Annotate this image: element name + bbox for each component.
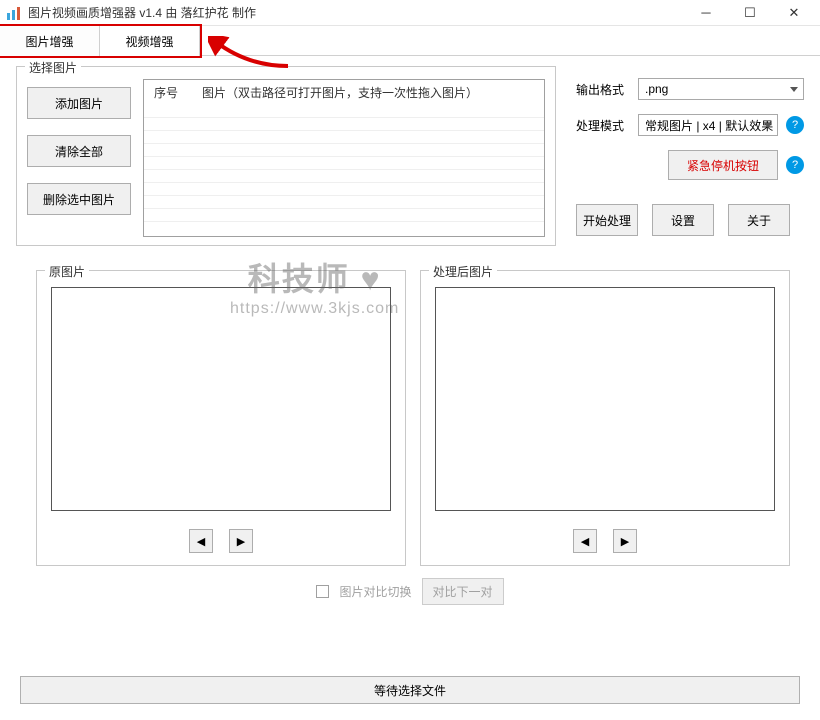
client-area: 选择图片 添加图片 清除全部 删除选中图片 序号 图片（双击路径可打开图片，支持…	[0, 56, 820, 720]
status-text: 等待选择文件	[374, 682, 446, 699]
emergency-stop-button[interactable]: 紧急停机按钮	[668, 150, 778, 180]
col-index: 序号	[154, 84, 178, 101]
compare-toggle-checkbox[interactable]	[316, 585, 329, 598]
processed-preview-group: 处理后图片 ◀ ▶	[420, 270, 790, 566]
title-bar: 图片视频画质增强器 v1.4 由 落红护花 制作 ─ ☐ ✕	[0, 0, 820, 26]
next-original-button[interactable]: ▶	[229, 529, 253, 553]
about-button[interactable]: 关于	[728, 204, 790, 236]
settings-button[interactable]: 设置	[652, 204, 714, 236]
original-preview-box	[51, 287, 391, 511]
tab-image-enhance[interactable]: 图片增强	[0, 26, 100, 56]
clear-all-button[interactable]: 清除全部	[27, 135, 131, 167]
status-bar: 等待选择文件	[20, 676, 800, 704]
col-path: 图片（双击路径可打开图片，支持一次性拖入图片）	[202, 84, 478, 101]
select-image-group: 选择图片 添加图片 清除全部 删除选中图片 序号 图片（双击路径可打开图片，支持…	[16, 66, 556, 246]
process-mode-label: 处理模式	[576, 117, 630, 134]
compare-next-button[interactable]: 对比下一对	[422, 578, 504, 605]
compare-toggle-label: 图片对比切换	[339, 583, 411, 600]
tab-row: 图片增强 视频增强	[0, 26, 820, 56]
tab-video-enhance[interactable]: 视频增强	[100, 26, 200, 56]
tab-label: 视频增强	[125, 33, 173, 50]
group-label: 原图片	[45, 263, 89, 280]
right-panel: 输出格式 .png 处理模式 常规图片 | x4 | 默认效果 ? 紧急停机按钮…	[576, 78, 804, 236]
output-format-label: 输出格式	[576, 81, 630, 98]
list-header: 序号 图片（双击路径可打开图片，支持一次性拖入图片）	[144, 80, 544, 105]
app-icon	[6, 5, 22, 21]
start-process-button[interactable]: 开始处理	[576, 204, 638, 236]
processed-preview-box	[435, 287, 775, 511]
window-title: 图片视频画质增强器 v1.4 由 落红护花 制作	[28, 4, 256, 21]
add-image-button[interactable]: 添加图片	[27, 87, 131, 119]
compare-row: 图片对比切换 对比下一对	[0, 578, 820, 605]
process-mode-select[interactable]: 常规图片 | x4 | 默认效果	[638, 114, 778, 136]
prev-processed-button[interactable]: ◀	[573, 529, 597, 553]
image-list[interactable]: 序号 图片（双击路径可打开图片，支持一次性拖入图片）	[143, 79, 545, 237]
output-format-select[interactable]: .png	[638, 78, 804, 100]
next-processed-button[interactable]: ▶	[613, 529, 637, 553]
help-icon[interactable]: ?	[786, 116, 804, 134]
group-label: 处理后图片	[429, 263, 497, 280]
close-button[interactable]: ✕	[772, 1, 816, 25]
help-icon[interactable]: ?	[786, 156, 804, 174]
prev-original-button[interactable]: ◀	[189, 529, 213, 553]
group-label: 选择图片	[25, 59, 81, 76]
delete-selected-button[interactable]: 删除选中图片	[27, 183, 131, 215]
maximize-button[interactable]: ☐	[728, 1, 772, 25]
minimize-button[interactable]: ─	[684, 1, 728, 25]
original-preview-group: 原图片 ◀ ▶	[36, 270, 406, 566]
tab-label: 图片增强	[25, 33, 73, 50]
